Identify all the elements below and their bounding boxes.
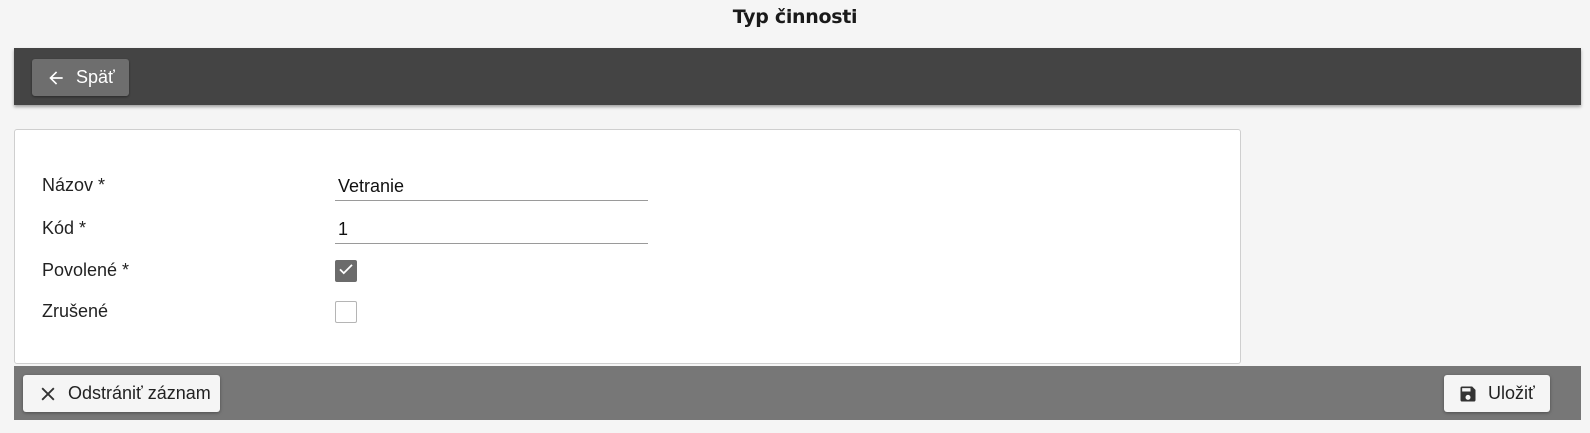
enabled-checkbox[interactable] — [335, 260, 357, 282]
code-input[interactable] — [335, 216, 648, 244]
delete-record-button[interactable]: Odstrániť záznam — [23, 375, 220, 412]
code-label: Kód * — [42, 218, 87, 238]
arrow-left-icon — [46, 68, 66, 88]
back-button-label: Späť — [76, 67, 115, 87]
close-icon — [38, 384, 58, 404]
name-label: Názov * — [42, 175, 106, 195]
delete-record-label: Odstrániť záznam — [68, 383, 211, 403]
form-row-name: Názov * — [15, 171, 1240, 201]
checkmark-icon — [337, 260, 355, 283]
bottom-toolbar: Odstrániť záznam Uložiť — [14, 366, 1581, 420]
cancelled-label: Zrušené — [42, 301, 109, 321]
cancelled-checkbox[interactable] — [335, 301, 357, 323]
name-input[interactable] — [335, 173, 648, 201]
form-row-cancelled: Zrušené — [15, 297, 1240, 327]
top-toolbar: Späť — [14, 48, 1581, 105]
enabled-label: Povolené * — [42, 260, 130, 280]
form-row-code: Kód * — [15, 214, 1240, 244]
save-label: Uložiť — [1488, 383, 1535, 403]
save-button[interactable]: Uložiť — [1444, 375, 1550, 412]
page-title: Typ činnosti — [732, 6, 858, 28]
floppy-disk-icon — [1458, 384, 1478, 404]
form-row-enabled: Povolené * — [15, 256, 1240, 286]
back-button[interactable]: Späť — [32, 59, 129, 96]
form-card: Názov * Kód * Povolené * Zrušené — [14, 129, 1241, 364]
